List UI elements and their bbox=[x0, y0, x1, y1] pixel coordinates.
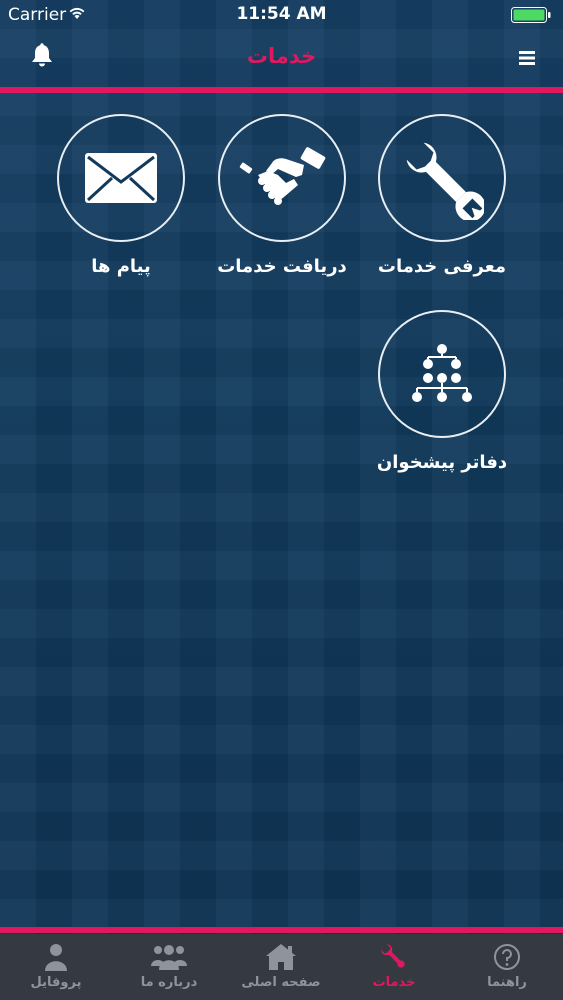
tab-label: خدمات bbox=[372, 975, 416, 990]
menu-icon[interactable] bbox=[519, 50, 535, 66]
tab-services[interactable]: خدمات bbox=[338, 934, 450, 1000]
tab-label: صفحه اصلی bbox=[241, 975, 321, 990]
tile-messages[interactable]: پیام ها bbox=[36, 114, 206, 277]
tab-profile[interactable]: پروفایل bbox=[0, 934, 112, 1000]
tile-receive-services[interactable]: دریافت خدمات bbox=[197, 114, 367, 277]
tabbar-divider bbox=[0, 927, 563, 933]
tab-home[interactable]: صفحه اصلی bbox=[225, 934, 337, 1000]
header-divider bbox=[0, 87, 563, 93]
status-bar: Carrier 11:54 AM bbox=[0, 0, 563, 30]
page-title: خدمات bbox=[246, 44, 317, 68]
tile-service-offices[interactable]: دفاتر پیشخوان bbox=[357, 310, 527, 473]
clock: 11:54 AM bbox=[236, 4, 327, 24]
tile-label: دفاتر پیشخوان bbox=[376, 452, 508, 473]
battery-icon bbox=[511, 7, 551, 23]
help-icon bbox=[494, 944, 520, 970]
tile-label: معرفی خدمات bbox=[377, 256, 507, 277]
wrench-icon bbox=[381, 944, 405, 968]
tab-bar: راهنما خدمات صفحه اصلی درباره ما پروفایل bbox=[0, 934, 563, 1000]
tile-circle[interactable] bbox=[378, 114, 506, 242]
sitemap-icon bbox=[412, 344, 472, 402]
tab-help[interactable]: راهنما bbox=[451, 934, 563, 1000]
tile-label: دریافت خدمات bbox=[217, 256, 347, 277]
tab-label: درباره ما bbox=[140, 975, 198, 990]
tab-label: راهنما bbox=[487, 975, 527, 990]
tile-services-intro[interactable]: معرفی خدمات bbox=[357, 114, 527, 277]
tile-circle[interactable] bbox=[218, 114, 346, 242]
user-icon bbox=[45, 944, 67, 971]
tab-label: پروفایل bbox=[30, 975, 82, 990]
tile-circle[interactable] bbox=[57, 114, 185, 242]
handshake-icon bbox=[239, 147, 326, 205]
tile-circle[interactable] bbox=[378, 310, 506, 438]
tile-label: پیام ها bbox=[91, 256, 151, 277]
home-icon bbox=[266, 944, 296, 970]
envelope-icon bbox=[85, 153, 157, 203]
nav-bar: خدمات bbox=[0, 30, 563, 86]
tab-about[interactable]: درباره ما bbox=[113, 934, 225, 1000]
users-icon bbox=[151, 945, 187, 970]
wrench-icon bbox=[406, 142, 484, 220]
